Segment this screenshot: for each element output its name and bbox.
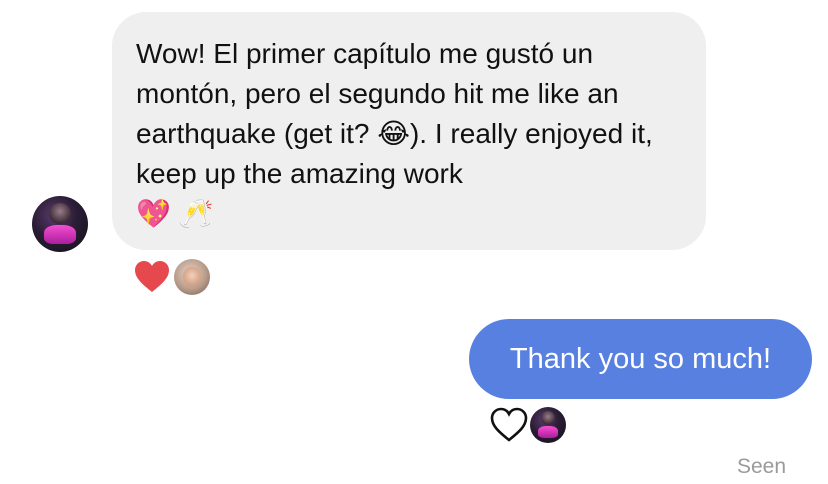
outgoing-message-text: Thank you so much! <box>509 343 772 375</box>
reactor-avatar-icon <box>174 259 210 295</box>
heart-filled-icon <box>135 261 169 292</box>
avatar-head-shape <box>48 202 72 224</box>
sender-avatar[interactable] <box>32 196 88 252</box>
incoming-message-text: Wow! El primer capítulo me gustó un mont… <box>136 38 653 189</box>
outgoing-message-bubble[interactable]: Thank you so much! <box>469 319 812 399</box>
outgoing-reactions[interactable] <box>490 406 566 444</box>
incoming-message-bubble[interactable]: Wow! El primer capítulo me gustó un mont… <box>112 12 706 250</box>
reactor-face-shape <box>183 266 201 286</box>
incoming-message-emoji: 💖 🥂 <box>136 198 214 229</box>
heart-outline-icon <box>490 407 528 442</box>
incoming-reactions[interactable] <box>134 258 210 296</box>
avatar-shirt-shape <box>537 425 559 438</box>
seen-status: Seen <box>736 455 786 478</box>
avatar-shirt-shape <box>44 225 76 245</box>
avatar-head-shape <box>540 411 556 425</box>
reactor-avatar-icon <box>530 407 566 443</box>
